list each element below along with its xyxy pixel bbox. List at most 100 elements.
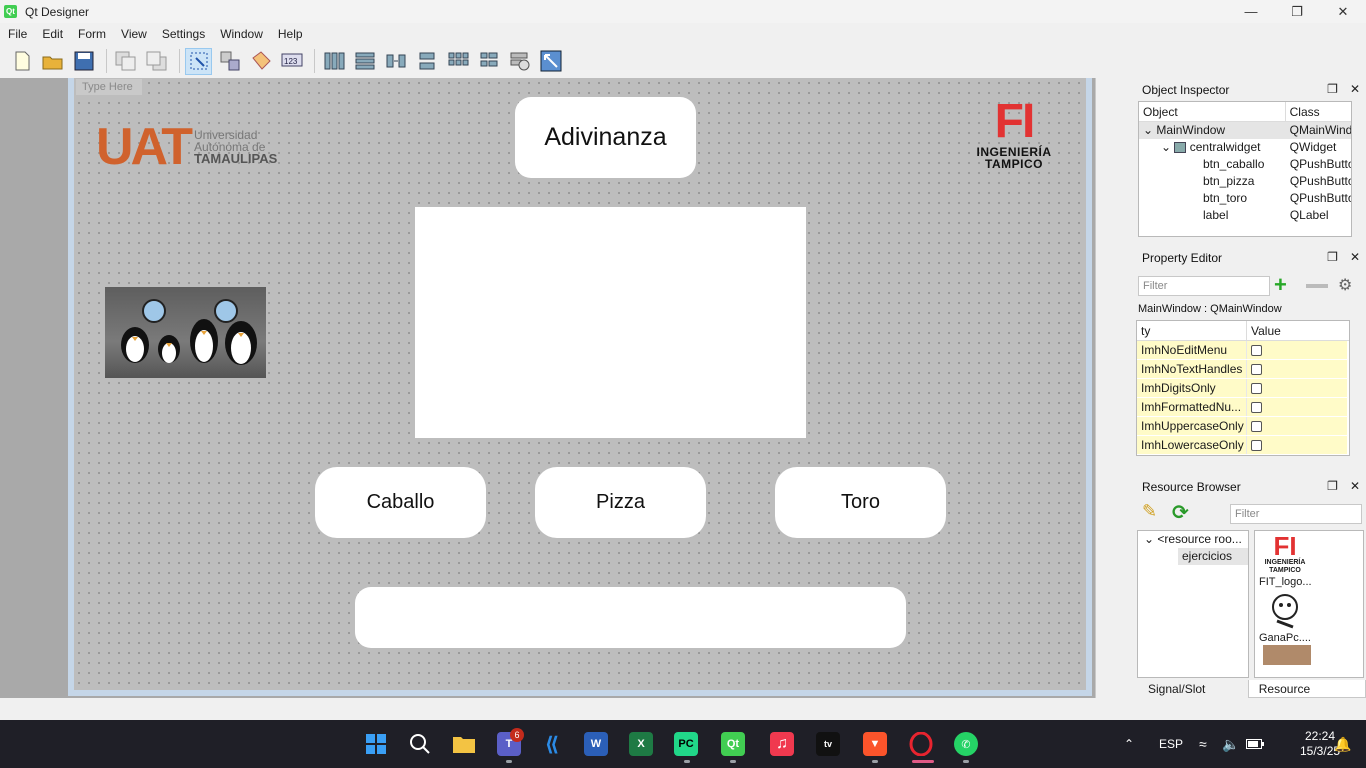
- close-dock-icon[interactable]: ✕: [1350, 250, 1360, 264]
- notifications-icon[interactable]: 🔔: [1334, 720, 1351, 768]
- minimize-button[interactable]: —: [1228, 0, 1274, 23]
- property-row[interactable]: ImhNoTextHandles: [1137, 360, 1349, 379]
- keyboard-language[interactable]: ESP: [1159, 720, 1183, 768]
- menu-edit[interactable]: Edit: [34, 27, 70, 41]
- close-button[interactable]: ✕: [1320, 0, 1366, 23]
- resource-root[interactable]: ⌄ <resource roo...: [1138, 531, 1248, 548]
- resource-thumb-photo[interactable]: [1263, 645, 1311, 665]
- new-file-icon[interactable]: [8, 48, 35, 75]
- tray-overflow-icon[interactable]: ⌃: [1124, 720, 1134, 768]
- edit-tab-order-icon[interactable]: 123: [278, 48, 305, 75]
- property-checkbox[interactable]: [1251, 402, 1262, 414]
- menu-type-here[interactable]: Type Here: [76, 79, 142, 95]
- excel-icon[interactable]: X: [629, 732, 653, 756]
- search-icon[interactable]: [408, 732, 432, 756]
- opera-icon[interactable]: [909, 732, 933, 756]
- layout-grid-icon[interactable]: [444, 48, 471, 75]
- tree-row[interactable]: ⌄ MainWindow QMainWindo: [1139, 122, 1351, 139]
- remove-property-icon[interactable]: [1306, 284, 1328, 288]
- menu-settings[interactable]: Settings: [154, 27, 212, 41]
- apple-music-icon[interactable]: ♫: [770, 732, 794, 756]
- open-folder-icon[interactable]: [39, 48, 66, 75]
- property-table[interactable]: ty Value ImhNoEditMenu ImhNoTextHandles …: [1136, 320, 1350, 456]
- object-tree[interactable]: Object Class ⌄ MainWindow QMainWindo ⌄ ce…: [1138, 101, 1352, 237]
- menu-form[interactable]: Form: [70, 27, 113, 41]
- collapse-arrow-icon[interactable]: ⌄: [1161, 140, 1171, 154]
- tree-row[interactable]: btn_toro QPushButto: [1139, 190, 1351, 207]
- word-icon[interactable]: W: [584, 732, 608, 756]
- property-checkbox[interactable]: [1251, 440, 1262, 452]
- layout-splitter-horizontal-icon[interactable]: [382, 48, 409, 75]
- battery-icon[interactable]: [1246, 720, 1264, 768]
- col-value[interactable]: Value: [1247, 321, 1347, 340]
- float-dock-icon[interactable]: ❐: [1327, 479, 1338, 493]
- wifi-icon[interactable]: ≈: [1199, 720, 1207, 768]
- property-checkbox[interactable]: [1251, 345, 1262, 357]
- edit-signals-slots-icon[interactable]: [216, 48, 243, 75]
- layout-vertically-icon[interactable]: [351, 48, 378, 75]
- btn-pizza[interactable]: Pizza: [535, 467, 706, 538]
- menu-help[interactable]: Help: [270, 27, 310, 41]
- property-filter-input[interactable]: Filter: [1138, 276, 1270, 296]
- tab-resource-browser[interactable]: Resource Browser: [1247, 680, 1366, 714]
- resource-thumb-fit-logo[interactable]: FI INGENIERÍA TAMPICO: [1255, 533, 1315, 575]
- tree-row[interactable]: ⌄ centralwidget QWidget: [1139, 139, 1351, 156]
- property-checkbox[interactable]: [1251, 364, 1262, 376]
- btn-toro[interactable]: Toro: [775, 467, 946, 538]
- edit-resources-icon[interactable]: ✎: [1142, 501, 1157, 522]
- menu-window[interactable]: Window: [212, 27, 270, 41]
- float-dock-icon[interactable]: ❐: [1327, 250, 1338, 264]
- property-row[interactable]: ImhDigitsOnly: [1137, 379, 1349, 398]
- tree-row[interactable]: btn_pizza QPushButto: [1139, 173, 1351, 190]
- send-to-back-icon[interactable]: [112, 48, 139, 75]
- break-layout-icon[interactable]: [506, 48, 533, 75]
- layout-splitter-vertical-icon[interactable]: [413, 48, 440, 75]
- menu-file[interactable]: File: [0, 27, 34, 41]
- collapse-arrow-icon[interactable]: ⌄: [1143, 123, 1153, 137]
- qt-designer-icon[interactable]: Qt: [721, 732, 745, 756]
- property-checkbox[interactable]: [1251, 383, 1262, 395]
- save-icon[interactable]: [70, 48, 97, 75]
- edit-widgets-icon[interactable]: [185, 47, 212, 75]
- restore-button[interactable]: ❐: [1274, 0, 1320, 23]
- layout-horizontally-icon[interactable]: [320, 48, 347, 75]
- file-explorer-icon[interactable]: [452, 732, 476, 756]
- pycharm-icon[interactable]: PC: [674, 732, 698, 756]
- col-property[interactable]: ty: [1137, 321, 1247, 340]
- col-class[interactable]: Class: [1286, 102, 1351, 121]
- configure-icon[interactable]: ⚙: [1338, 275, 1352, 295]
- volume-icon[interactable]: 🔈: [1222, 720, 1239, 768]
- layout-form-icon[interactable]: [475, 48, 502, 75]
- apple-tv-icon[interactable]: tv: [816, 732, 840, 756]
- vscode-icon[interactable]: ⟪: [540, 732, 564, 756]
- close-dock-icon[interactable]: ✕: [1350, 479, 1360, 493]
- brave-icon[interactable]: ▼: [863, 732, 887, 756]
- resource-ejercicios[interactable]: ejercicios: [1178, 548, 1248, 565]
- design-area-scrollbar[interactable]: [1095, 78, 1133, 698]
- resource-tree[interactable]: ⌄ <resource roo... ejercicios: [1137, 530, 1249, 678]
- tree-row[interactable]: label QLabel: [1139, 207, 1351, 224]
- property-row[interactable]: ImhUppercaseOnly: [1137, 417, 1349, 436]
- add-property-icon[interactable]: +: [1274, 274, 1287, 296]
- tab-signal-slot-editor[interactable]: Signal/Slot Editor: [1138, 680, 1248, 714]
- col-object[interactable]: Object: [1139, 102, 1286, 121]
- bring-to-front-icon[interactable]: [143, 48, 170, 75]
- resource-files[interactable]: FI INGENIERÍA TAMPICO FIT_logo... GanaPc…: [1254, 530, 1364, 678]
- collapse-arrow-icon[interactable]: ⌄: [1144, 532, 1154, 546]
- adjust-size-icon[interactable]: [537, 48, 564, 75]
- edit-buddies-icon[interactable]: [247, 48, 274, 75]
- reload-icon[interactable]: ⟳: [1172, 500, 1189, 525]
- property-checkbox[interactable]: [1251, 421, 1262, 433]
- main-window-form[interactable]: Type Here UAT Universidad Autónoma de TA…: [74, 78, 1086, 690]
- resource-thumb-ganapc[interactable]: [1255, 593, 1315, 631]
- tree-row[interactable]: btn_caballo QPushButto: [1139, 156, 1351, 173]
- whatsapp-icon[interactable]: ✆: [954, 732, 978, 756]
- float-dock-icon[interactable]: ❐: [1327, 82, 1338, 96]
- close-dock-icon[interactable]: ✕: [1350, 82, 1360, 96]
- menu-view[interactable]: View: [113, 27, 154, 41]
- property-row[interactable]: ImhNoEditMenu: [1137, 341, 1349, 360]
- resource-filter-input[interactable]: Filter: [1230, 504, 1362, 524]
- property-row[interactable]: ImhFormattedNu...: [1137, 398, 1349, 417]
- start-icon[interactable]: [364, 732, 388, 756]
- property-row[interactable]: ImhLowercaseOnly: [1137, 436, 1349, 455]
